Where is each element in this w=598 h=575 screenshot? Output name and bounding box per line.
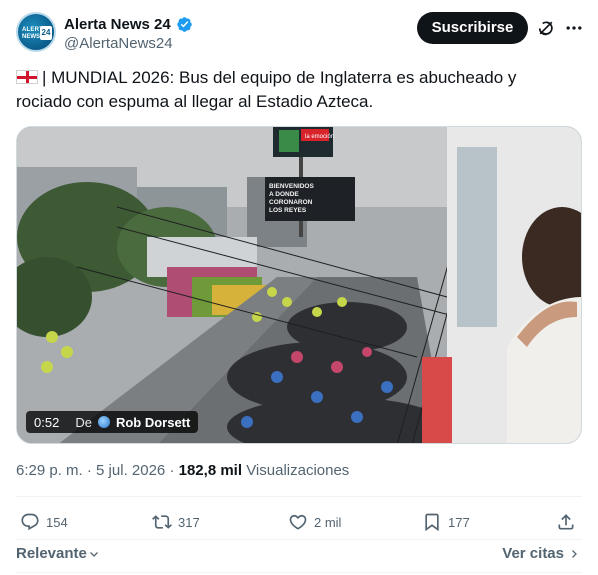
like-button[interactable]: 2 mil xyxy=(288,508,341,536)
reply-button[interactable]: 154 xyxy=(20,508,68,536)
video-credit-prefix: De xyxy=(75,414,92,430)
repost-icon xyxy=(152,515,172,529)
views-label: Visualizaciones xyxy=(246,462,350,479)
repost-count: 317 xyxy=(178,514,200,530)
repost-button[interactable]: 317 xyxy=(152,508,200,536)
view-quotes-label: Ver citas xyxy=(502,545,564,562)
video-duration: 0:52 xyxy=(34,414,60,430)
like-count: 2 mil xyxy=(314,514,342,530)
bookmark-icon xyxy=(425,513,439,532)
tweet-body: | MUNDIAL 2026: Bus del equipo de Inglat… xyxy=(16,68,517,111)
reply-icon xyxy=(21,513,39,531)
divider xyxy=(16,572,582,573)
tweet-text: | MUNDIAL 2026: Bus del equipo de Inglat… xyxy=(16,66,576,114)
meta-separator-1: · xyxy=(86,462,92,479)
subscribe-button[interactable]: Suscribirse xyxy=(417,12,528,44)
verified-badge-icon xyxy=(176,16,192,32)
sort-label: Relevante xyxy=(16,545,87,562)
avatar-text-line2: NEWS xyxy=(22,34,40,40)
tweet-time[interactable]: 6:29 p. m. xyxy=(16,462,83,479)
sign-text: la emoción xyxy=(305,134,334,140)
bookmark-button[interactable]: 177 xyxy=(422,508,470,536)
billboard-line3: CORONARON xyxy=(269,199,313,206)
video-frame: la emoción BIENVENIDOS A DONDE CORONARON… xyxy=(17,127,581,443)
views-count: 182,8 mil xyxy=(178,462,243,479)
tweet-header: ALERTA NEWS 24 Alerta News 24 @AlertaNew… xyxy=(16,12,582,56)
divider xyxy=(16,539,582,540)
bookmark-count: 177 xyxy=(448,514,470,530)
tweet-date[interactable]: 5 jul. 2026 xyxy=(96,462,165,479)
view-quotes-link[interactable]: Ver citas xyxy=(502,545,580,562)
billboard-line2: A DONDE xyxy=(269,191,299,198)
share-icon xyxy=(558,514,574,530)
chevron-right-icon xyxy=(572,549,577,558)
england-flag-icon xyxy=(16,70,38,84)
video-info-pill: 0:52 De Rob Dorsett xyxy=(26,411,199,433)
author-name-row[interactable]: Alerta News 24 xyxy=(64,14,193,34)
billboard-line4: LOS REYES xyxy=(269,207,307,214)
heart-icon xyxy=(289,514,307,530)
more-options-icon[interactable] xyxy=(564,18,584,38)
credit-avatar-icon xyxy=(97,416,110,428)
chevron-down-icon xyxy=(89,551,98,557)
author-avatar[interactable]: ALERTA NEWS 24 xyxy=(16,12,56,52)
billboard-line1: BIENVENIDOS xyxy=(269,183,314,190)
author-name[interactable]: Alerta News 24 xyxy=(64,16,171,33)
tweet-meta: 6:29 p. m. · 5 jul. 2026 · 182,8 mil Vis… xyxy=(16,462,349,479)
tweet-actions: 154 317 2 mil 177 xyxy=(16,508,582,536)
reply-count: 154 xyxy=(46,514,68,530)
video-credit-author[interactable]: Rob Dorsett xyxy=(116,415,190,430)
sort-dropdown[interactable]: Relevante xyxy=(16,545,100,562)
avatar-text-number: 24 xyxy=(40,26,52,40)
divider xyxy=(16,496,582,497)
author-handle[interactable]: @AlertaNews24 xyxy=(64,35,173,52)
grok-icon[interactable] xyxy=(536,18,556,38)
tweet-video[interactable]: la emoción BIENVENIDOS A DONDE CORONARON… xyxy=(16,126,582,444)
share-button[interactable] xyxy=(556,508,576,536)
meta-separator-2: · xyxy=(169,462,175,479)
